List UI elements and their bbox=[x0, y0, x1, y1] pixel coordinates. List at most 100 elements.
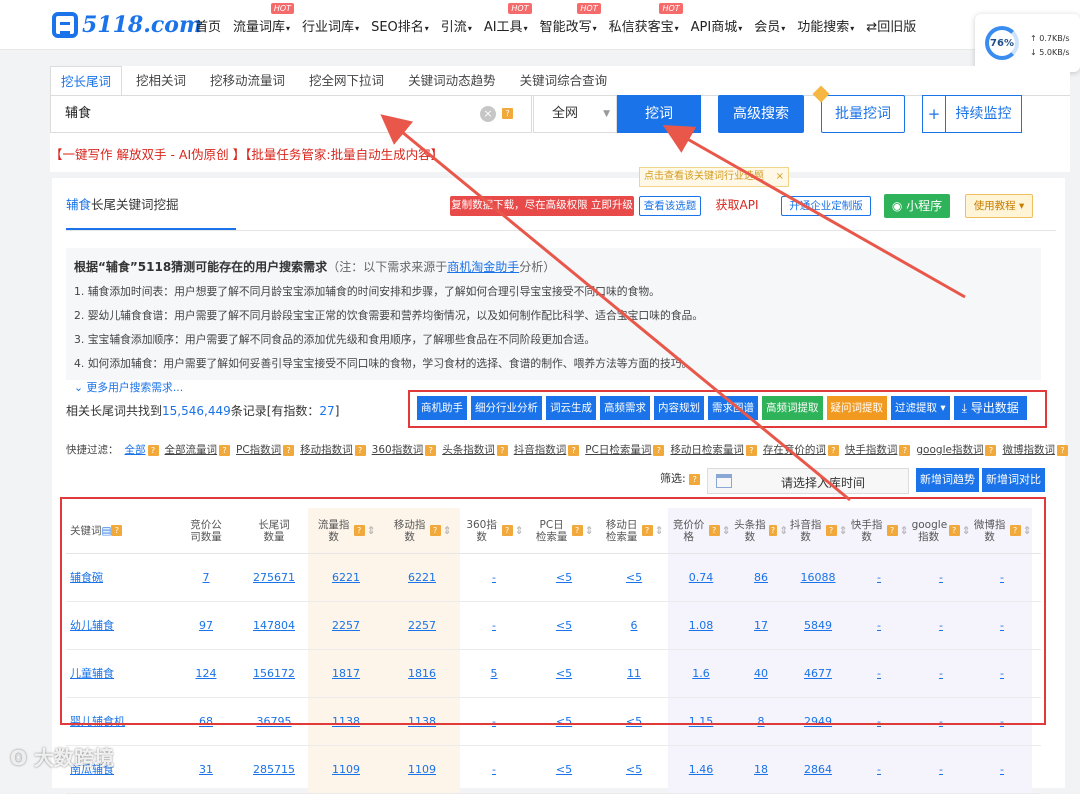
nav-item[interactable]: API商城▾ bbox=[691, 16, 743, 35]
help-icon[interactable]: ? bbox=[425, 444, 437, 456]
upgrade-button[interactable]: 复制数据下载，尽在高级权限 立即升级 bbox=[450, 196, 634, 216]
select-label: 筛选: ? bbox=[660, 470, 701, 486]
tab[interactable]: 关键词综合查询 bbox=[510, 66, 618, 96]
quick-filters: 快捷过滤： 全部? 全部流量词? PC指数词? 移动指数词? 360指数词? 头条指数词? 抖… bbox=[66, 442, 1074, 457]
nav-item[interactable]: AI工具▾ HOT bbox=[484, 2, 532, 35]
chevron-down-icon: ▾ bbox=[674, 23, 679, 33]
value-cell[interactable]: <5 bbox=[528, 746, 600, 793]
clear-icon[interactable]: × bbox=[480, 106, 496, 122]
filter-item[interactable]: PC指数词? bbox=[236, 442, 295, 457]
enterprise-button[interactable]: 开通企业定制版 bbox=[781, 196, 871, 216]
calendar-icon bbox=[716, 474, 732, 488]
filter-item[interactable]: PC日检索量词? bbox=[585, 442, 665, 457]
need-item: 3. 宝宝辅食添加顺序：用户需要了解不同食品的添加优先级和食用顺序，了解哪些食品… bbox=[74, 333, 596, 346]
hot-badge: HOT bbox=[270, 2, 295, 14]
value-cell[interactable]: - bbox=[972, 746, 1032, 793]
filter-item[interactable]: 360指数词? bbox=[372, 442, 437, 457]
nav-item[interactable]: SEO排名▾ bbox=[371, 16, 429, 35]
filter-item[interactable]: 全部流量词? bbox=[165, 442, 230, 457]
nav-item[interactable]: 智能改写▾ HOT bbox=[540, 2, 601, 35]
value-cell[interactable]: - bbox=[460, 746, 528, 793]
scope-select[interactable]: 全网 ▼ bbox=[533, 95, 617, 133]
nav-item[interactable]: 流量词库▾ HOT bbox=[233, 2, 295, 35]
nav-item[interactable]: ⇄回旧版 bbox=[866, 16, 916, 35]
value-cell[interactable]: 2864 bbox=[788, 746, 848, 793]
help-icon[interactable]: ? bbox=[502, 108, 513, 119]
result-count: 相关长尾词共找到15,546,449条记录[有指数：27] bbox=[66, 404, 340, 418]
filter-item[interactable]: 头条指数词? bbox=[442, 442, 508, 457]
date-picker[interactable]: 请选择入库时间 bbox=[707, 468, 909, 494]
hot-badge: HOT bbox=[659, 2, 683, 14]
filter-label: 快捷过滤： bbox=[66, 444, 119, 456]
needs-title: 根据“辅食”5118猜测可能存在的用户搜索需求（注：以下需求来源于商机淘金助手分… bbox=[74, 260, 556, 274]
filter-item[interactable]: 抖音指数词? bbox=[514, 442, 580, 457]
tab[interactable]: 关键词动态趋势 bbox=[398, 66, 506, 96]
keyword-input[interactable]: 辅食 bbox=[50, 95, 532, 133]
help-icon[interactable]: ? bbox=[354, 444, 366, 456]
guide-button[interactable]: 使用教程 ▾ bbox=[965, 194, 1033, 218]
value-cell[interactable]: 31 bbox=[172, 746, 240, 793]
main-nav: 首页 流量词库▾ HOT 行业词库▾ SEO排名▾ 引流▾ AI工具▾ HOT 智能改写▾ HOT… bbox=[195, 0, 928, 50]
search-panel: 挖长尾词 挖相关词 挖移动流量词 挖全网下拉词 关键词动态趋势 关键词综合查询 辅食 × … bbox=[50, 66, 1070, 172]
nav-item[interactable]: 引流▾ bbox=[441, 16, 472, 35]
value-cell[interactable]: 18 bbox=[734, 746, 788, 793]
get-api-link[interactable]: 获取API bbox=[710, 196, 764, 216]
filter-item[interactable]: 全部? bbox=[125, 442, 159, 457]
logo-icon bbox=[52, 12, 78, 38]
value-cell[interactable]: - bbox=[848, 746, 910, 793]
value-cell[interactable]: - bbox=[910, 746, 972, 793]
nav-item[interactable]: 私信获客宝▾ HOT bbox=[609, 2, 683, 35]
advanced-search-button[interactable]: 高级搜索 bbox=[718, 95, 804, 133]
value-cell[interactable]: 1109 bbox=[308, 746, 384, 793]
monitor-button[interactable]: 持续监控 bbox=[946, 95, 1022, 133]
annotation-box bbox=[60, 497, 1046, 725]
tab[interactable]: 挖长尾词 bbox=[50, 66, 123, 96]
close-icon[interactable]: × bbox=[776, 168, 784, 186]
tab[interactable]: 挖移动流量词 bbox=[200, 66, 295, 96]
filter-item[interactable]: 微博指数词? bbox=[1002, 442, 1068, 457]
filter-item[interactable]: 移动指数词? bbox=[300, 442, 366, 457]
filter-item[interactable]: 移动日检索量词? bbox=[670, 442, 757, 457]
batch-dig-button[interactable]: 批量挖词 bbox=[821, 95, 905, 133]
add-monitor-button[interactable]: + bbox=[922, 95, 946, 133]
help-icon[interactable]: ? bbox=[147, 444, 159, 456]
help-icon[interactable]: ? bbox=[496, 444, 508, 456]
logo-text: 5118.com bbox=[82, 12, 203, 38]
assistant-link[interactable]: 商机淘金助手 bbox=[447, 260, 519, 274]
help-icon[interactable]: ? bbox=[653, 444, 665, 456]
site-logo[interactable]: 5118.com bbox=[52, 12, 202, 38]
nav-item[interactable]: 首页 bbox=[195, 16, 221, 35]
upload-speed: ↑ 0.7KB/s bbox=[1030, 34, 1070, 43]
new-word-trend-button[interactable]: 新增词趋势 bbox=[916, 468, 979, 492]
value-cell[interactable]: 1.46 bbox=[668, 746, 734, 793]
help-icon[interactable]: ? bbox=[899, 444, 911, 456]
help-icon[interactable]: ? bbox=[219, 444, 230, 456]
nav-item[interactable]: 功能搜索▾ bbox=[797, 16, 854, 35]
filter-item[interactable]: 存在竞价的词? bbox=[763, 442, 839, 457]
nav-item[interactable]: 会员▾ bbox=[754, 16, 785, 35]
help-icon[interactable]: ? bbox=[827, 444, 839, 456]
filter-item[interactable]: 快手指数词? bbox=[845, 442, 911, 457]
watermark: ʘ 大数跨境 bbox=[10, 746, 114, 770]
help-icon[interactable]: ? bbox=[689, 473, 701, 485]
chevron-down-icon: ▾ bbox=[355, 23, 360, 33]
tab[interactable]: 挖全网下拉词 bbox=[299, 66, 394, 96]
new-word-compare-button[interactable]: 新增词对比 bbox=[982, 468, 1045, 492]
help-icon[interactable]: ? bbox=[568, 444, 580, 456]
view-topic-button[interactable]: 查看该选题 bbox=[639, 196, 701, 216]
value-cell[interactable]: <5 bbox=[600, 746, 668, 793]
network-speed-widget: 76% ↑ 0.7KB/s ↓ 5.0KB/s bbox=[975, 14, 1080, 72]
help-icon[interactable]: ? bbox=[745, 444, 757, 456]
value-cell[interactable]: 285715 bbox=[240, 746, 308, 793]
card-title: 辅食长尾关键词挖掘 bbox=[66, 197, 179, 212]
help-icon[interactable]: ? bbox=[985, 444, 997, 456]
promo-links[interactable]: 【一键写作 解放双手 - AI伪原创 】【批量任务管家:批量自动生成内容】 bbox=[50, 144, 443, 163]
mini-program-button[interactable]: ◉ 小程序 bbox=[884, 194, 950, 218]
nav-item[interactable]: 行业词库▾ bbox=[302, 16, 359, 35]
help-icon[interactable]: ? bbox=[283, 444, 295, 456]
tab[interactable]: 挖相关词 bbox=[126, 66, 196, 96]
help-icon[interactable]: ? bbox=[1056, 444, 1068, 456]
filter-item[interactable]: google指数词? bbox=[916, 442, 997, 457]
dig-button[interactable]: 挖词 bbox=[617, 95, 701, 133]
value-cell[interactable]: 1109 bbox=[384, 746, 460, 793]
